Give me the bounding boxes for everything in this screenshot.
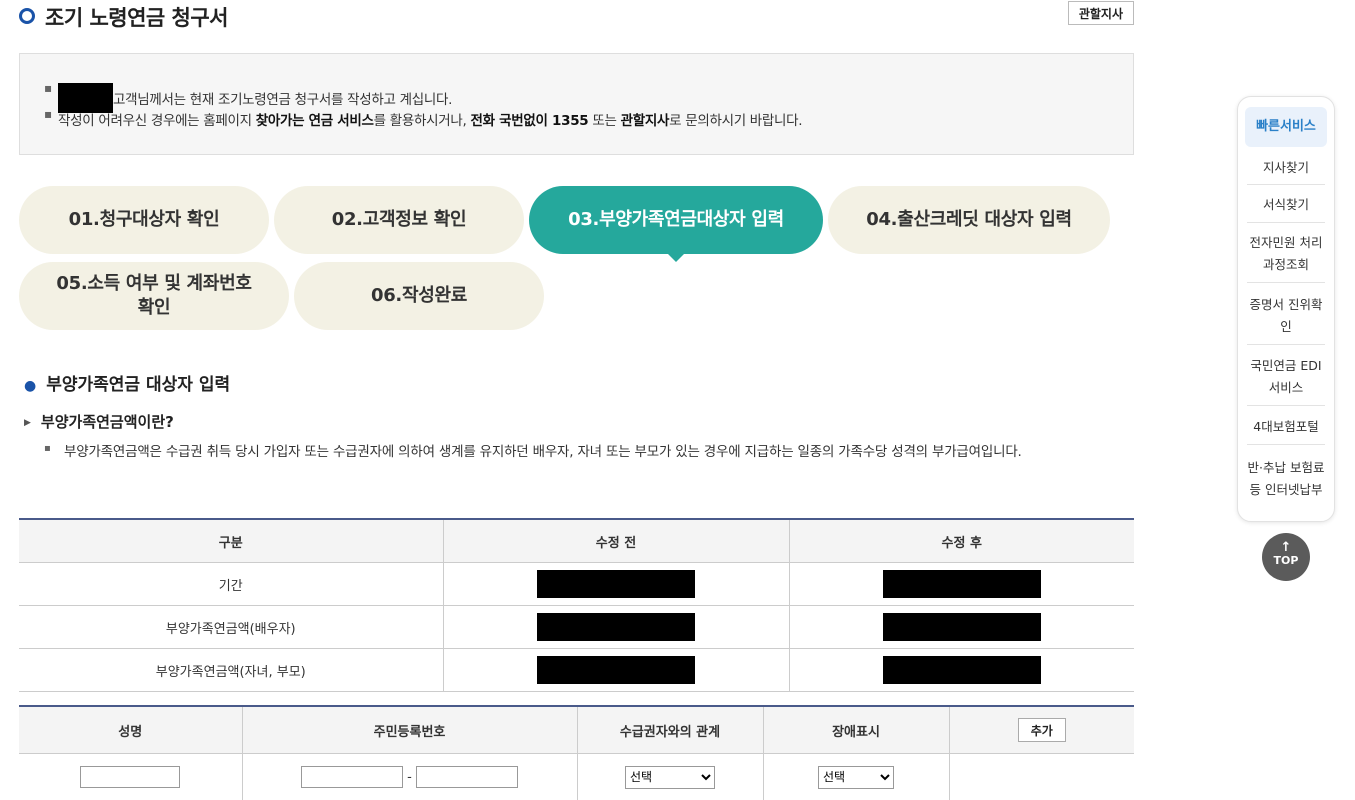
quick-service-title: 빠른서비스 xyxy=(1245,107,1327,147)
table-row: 부양가족연금액(자녀, 부모) xyxy=(19,649,1134,692)
after-value xyxy=(789,563,1134,606)
notice-text: 작성이 어려우신 경우에는 홈페이지 xyxy=(58,113,256,129)
quick-item-edi-service[interactable]: 국민연금 EDI서비스 xyxy=(1247,349,1325,406)
rrn-front-input[interactable] xyxy=(301,766,403,788)
table-header-row: 성명 주민등록번호 수급권자와의 관계 장애표시 추가 xyxy=(19,706,1134,754)
section-title: 부양가족연금 대상자 입력 xyxy=(46,375,230,395)
step-6[interactable]: 06.작성완료 xyxy=(294,262,544,330)
branch-office-button[interactable]: 관할지사 xyxy=(1068,1,1134,25)
quick-item-branch-search[interactable]: 지사찾기 xyxy=(1247,151,1325,185)
scroll-top-button[interactable]: ↑ TOP xyxy=(1262,533,1310,581)
phone-number-text: 전화 국번없이 1355 xyxy=(470,113,588,129)
step-2[interactable]: 02.고객정보 확인 xyxy=(274,186,524,254)
bullet-dot-icon: ● xyxy=(24,378,36,394)
description-text: 부양가족연금액은 수급권 취득 당시 가입자 또는 수급권자에 의하여 생계를 … xyxy=(64,440,1114,464)
redacted-value xyxy=(537,613,695,641)
table-header: 장애표시 xyxy=(763,706,949,754)
top-label: TOP xyxy=(1262,554,1310,568)
table-header: 구분 xyxy=(19,519,443,563)
notice-line-1-text: 고객님께서는 현재 조기노령연금 청구서를 작성하고 계십니다. xyxy=(113,88,452,108)
sub-heading: ▶ 부양가족연금액이란? xyxy=(24,411,174,432)
name-cell xyxy=(19,754,242,800)
table-row: - 선택 선택 xyxy=(19,754,1134,800)
add-button[interactable]: 추가 xyxy=(1018,718,1066,742)
page-title: 조기 노령연금 청구서 xyxy=(45,2,228,32)
dependent-input-table: 성명 주민등록번호 수급권자와의 관계 장애표시 추가 - 선택 선택 xyxy=(19,705,1134,800)
arrow-up-icon: ↑ xyxy=(1262,533,1310,554)
step-5[interactable]: 05.소득 여부 및 계좌번호 확인 xyxy=(19,262,289,330)
disability-cell: 선택 xyxy=(763,754,949,800)
table-header: 수급권자와의 관계 xyxy=(577,706,763,754)
quick-service-panel: 빠른서비스 지사찾기 서식찾기 전자민원 처리과정조회 증명서 진위확인 국민연… xyxy=(1237,96,1335,522)
after-value xyxy=(789,649,1134,692)
add-cell: 추가 xyxy=(949,706,1134,754)
row-label: 기간 xyxy=(19,563,443,606)
triangle-bullet-icon: ▶ xyxy=(24,418,31,428)
redacted-value xyxy=(537,570,695,598)
table-header: 수정 후 xyxy=(789,519,1134,563)
quick-item-4-insurance-portal[interactable]: 4대보험포털 xyxy=(1247,410,1325,445)
redacted-value xyxy=(883,613,1041,641)
notice-line-2: ▪ 작성이 어려우신 경우에는 홈페이지 찾아가는 연금 서비스를 활용하시거나… xyxy=(44,109,802,129)
compare-table: 구분 수정 전 수정 후 기간 부양가족연금액(배우자) 부양가족연금액(자녀,… xyxy=(19,518,1134,692)
disability-select[interactable]: 선택 xyxy=(818,766,894,789)
section-heading: ● 부양가족연금 대상자 입력 xyxy=(24,370,230,395)
redacted-value xyxy=(883,570,1041,598)
title-row: 조기 노령연금 청구서 관할지사 xyxy=(19,0,1134,34)
rrn-back-input[interactable] xyxy=(416,766,518,788)
step-3-active[interactable]: 03.부양가족연금대상자 입력 xyxy=(529,186,823,254)
relation-select[interactable]: 선택 xyxy=(625,766,715,789)
redacted-value xyxy=(537,656,695,684)
notice-text: 로 문의하시기 바랍니다. xyxy=(669,113,802,129)
table-header: 성명 xyxy=(19,706,242,754)
before-value xyxy=(443,563,789,606)
title-circle-icon xyxy=(19,8,35,24)
rrn-dash: - xyxy=(407,770,412,785)
row-label: 부양가족연금액(자녀, 부모) xyxy=(19,649,443,692)
quick-item-certificate-verify[interactable]: 증명서 진위확인 xyxy=(1247,288,1325,345)
bullet-icon: ▪ xyxy=(44,107,52,121)
table-header: 주민등록번호 xyxy=(242,706,577,754)
before-value xyxy=(443,606,789,649)
table-row: 기간 xyxy=(19,563,1134,606)
visiting-service-link: 찾아가는 연금 서비스 xyxy=(256,113,374,129)
row-label: 부양가족연금액(배우자) xyxy=(19,606,443,649)
empty-cell xyxy=(949,754,1134,800)
quick-item-internet-payment[interactable]: 반·추납 보험료 등 인터넷납부 xyxy=(1247,449,1325,509)
table-header-row: 구분 수정 전 수정 후 xyxy=(19,519,1134,563)
table-header: 수정 전 xyxy=(443,519,789,563)
step-4[interactable]: 04.출산크레딧 대상자 입력 xyxy=(828,186,1110,254)
notice-text: 또는 xyxy=(588,113,620,129)
relation-cell: 선택 xyxy=(577,754,763,800)
table-row: 부양가족연금액(배우자) xyxy=(19,606,1134,649)
sub-title: 부양가족연금액이란? xyxy=(41,413,174,431)
branch-office-text: 관할지사 xyxy=(621,113,669,129)
notice-box: ▪ 고객님께서는 현재 조기노령연금 청구서를 작성하고 계십니다. ▪ 작성이… xyxy=(19,53,1134,155)
quick-item-e-petition[interactable]: 전자민원 처리과정조회 xyxy=(1247,226,1325,283)
after-value xyxy=(789,606,1134,649)
bullet-icon: ▪ xyxy=(44,81,52,95)
quick-item-form-search[interactable]: 서식찾기 xyxy=(1247,188,1325,223)
before-value xyxy=(443,649,789,692)
bullet-icon: ▪ xyxy=(44,443,51,454)
notice-text: 를 활용하시거나, xyxy=(374,113,471,129)
step-1[interactable]: 01.청구대상자 확인 xyxy=(19,186,269,254)
rrn-cell: - xyxy=(242,754,577,800)
name-input[interactable] xyxy=(80,766,180,788)
redacted-value xyxy=(883,656,1041,684)
